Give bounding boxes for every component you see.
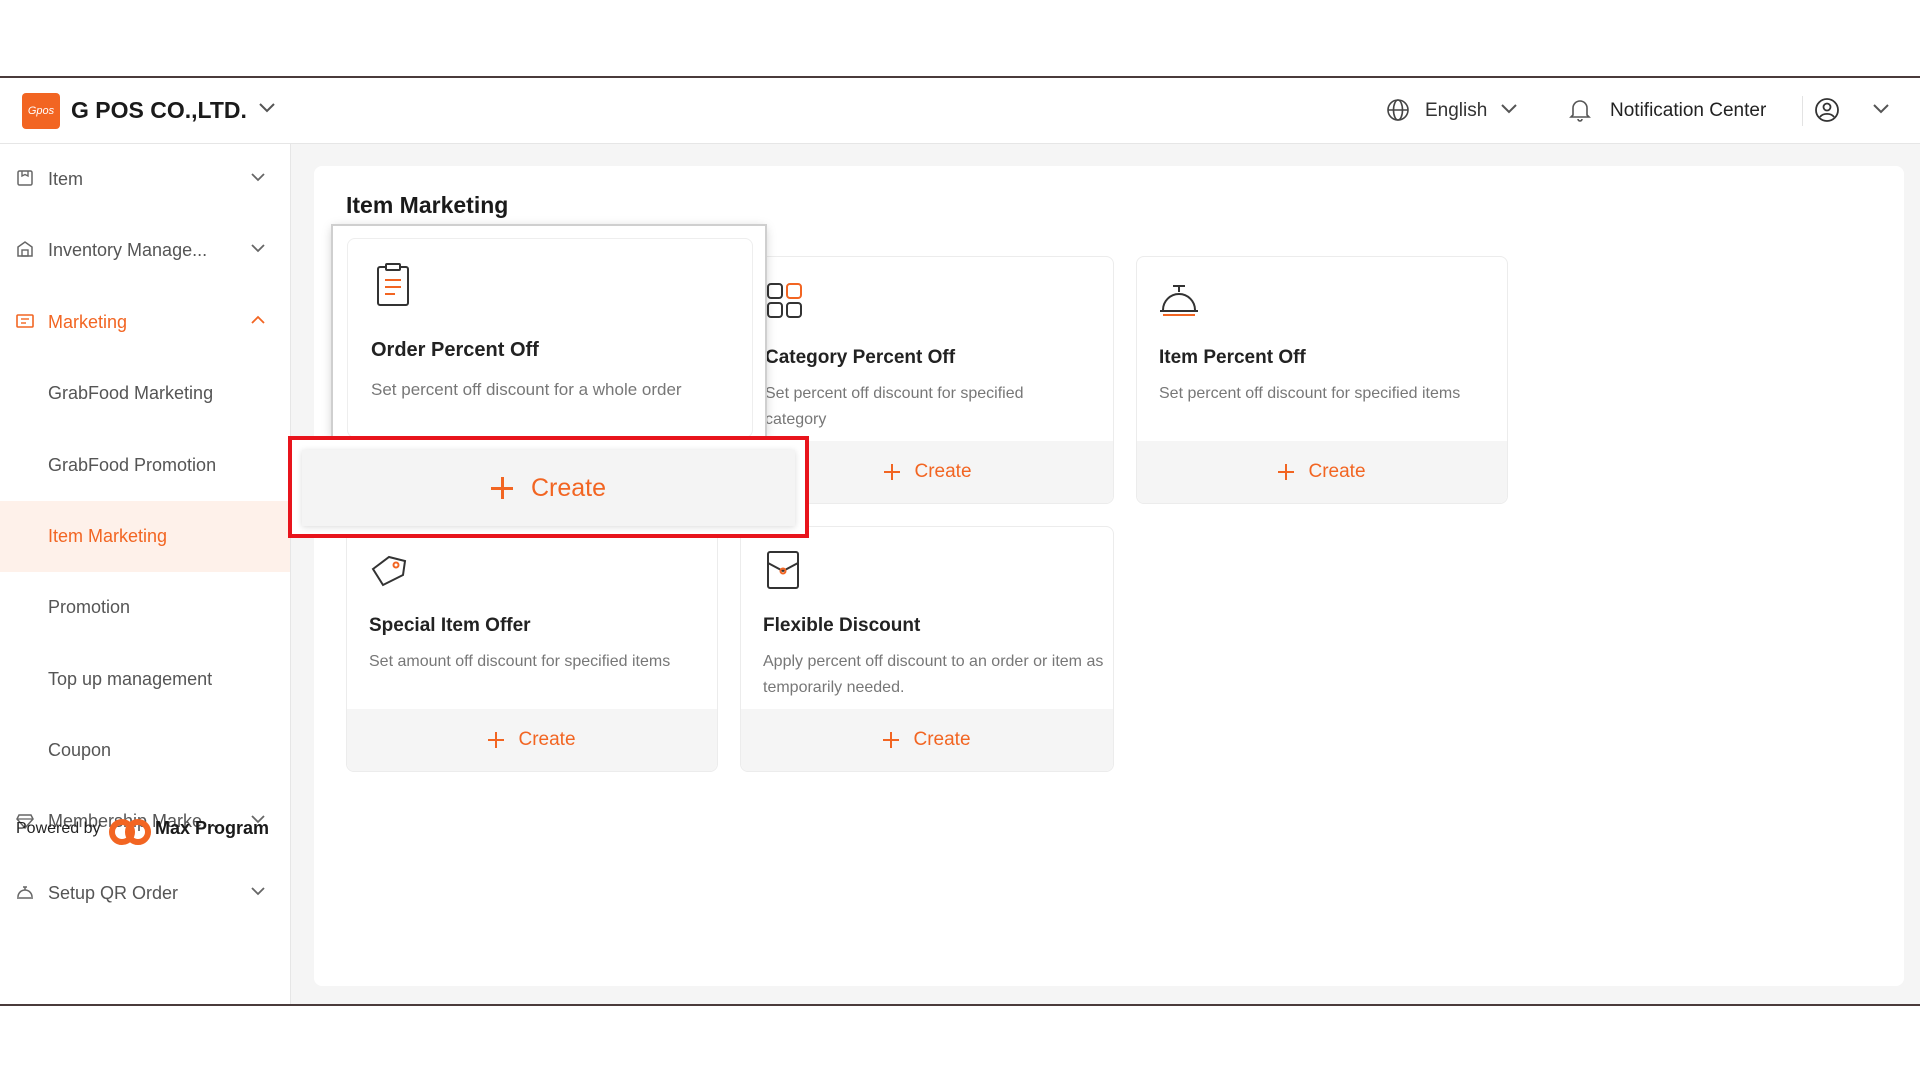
price-tag-icon: [371, 555, 407, 587]
sidebar-item-label: Top up management: [48, 669, 213, 689]
highlight-frame: Create: [288, 436, 809, 538]
warehouse-icon: [17, 241, 33, 257]
sidebar-item-promotion[interactable]: Promotion: [0, 572, 290, 643]
item-icon: [17, 170, 33, 186]
sidebar-item-label: Item: [48, 169, 84, 189]
card-title: Special Item Offer: [369, 615, 531, 636]
create-button[interactable]: Create: [1137, 441, 1507, 503]
card-flexible-discount: Flexible Discount Apply percent off disc…: [740, 526, 1114, 772]
plus-icon: [1278, 464, 1295, 480]
sidebar-item-item-marketing[interactable]: Item Marketing: [0, 501, 290, 572]
sidebar-item-grabfood-marketing[interactable]: GrabFood Marketing: [0, 358, 290, 429]
plus-icon: [488, 732, 505, 748]
card-special-item-offer: Special Item Offer Set amount off discou…: [346, 526, 718, 772]
plus-icon: [490, 477, 513, 499]
language-selector[interactable]: English: [1425, 100, 1487, 122]
marketing-icon: [16, 314, 34, 328]
sidebar-item-label: Item Marketing: [48, 526, 168, 546]
max-program-brand: Max Program: [155, 818, 270, 838]
create-label: Create: [1308, 461, 1366, 482]
card-description: Apply percent off discount to an order o…: [763, 653, 1104, 696]
plus-icon: [884, 464, 901, 480]
category-grid-icon: [767, 283, 802, 318]
user-avatar-icon[interactable]: [1814, 97, 1840, 123]
top-bar: Gpos G POS CO.,LTD. English Notification…: [0, 78, 1920, 144]
create-button[interactable]: Create: [347, 709, 717, 771]
envelope-discount-icon: [767, 551, 799, 589]
card-title: Category Percent Off: [765, 347, 956, 368]
card-title: Order Percent Off: [371, 339, 539, 361]
card-title: Flexible Discount: [763, 615, 921, 636]
chevron-down-icon[interactable]: [250, 242, 266, 254]
sidebar-item-coupon[interactable]: Coupon: [0, 715, 290, 786]
card-item-percent-off: Item Percent Off Set percent off discoun…: [1136, 256, 1508, 504]
chevron-down-icon[interactable]: [258, 101, 276, 115]
card-description: Set amount off discount for specified it…: [369, 653, 671, 670]
globe-icon[interactable]: [1386, 98, 1410, 122]
plus-icon: [883, 732, 900, 748]
powered-by-label: Powered by: [16, 820, 101, 837]
card-title: Item Percent Off: [1159, 347, 1306, 368]
page-title: Item Marketing: [346, 192, 509, 218]
chevron-down-icon[interactable]: [1500, 102, 1518, 116]
max-program-logo-icon: [109, 819, 151, 845]
sidebar-item-label: Promotion: [48, 597, 131, 617]
service-bell-icon: [1160, 285, 1198, 316]
screen: Gpos G POS CO.,LTD. English Notification…: [0, 0, 1920, 1080]
create-button[interactable]: Create: [302, 450, 795, 526]
sidebar-item-label: GrabFood Promotion: [48, 455, 217, 475]
card-description: Set percent off discount for a whole ord…: [371, 380, 682, 399]
clipboard-icon: [377, 263, 409, 306]
card-description: Set percent off discount for specified i…: [1159, 385, 1461, 402]
sidebar-item-item[interactable]: Item: [0, 144, 290, 215]
sidebar-item-label: Setup QR Order: [48, 883, 179, 903]
create-button[interactable]: Create: [741, 709, 1113, 771]
chevron-down-icon[interactable]: [1872, 102, 1890, 116]
sidebar-item-label: Coupon: [48, 740, 112, 760]
create-label: Create: [913, 729, 971, 750]
create-label: Create: [530, 473, 607, 502]
chevron-down-icon[interactable]: [250, 885, 266, 897]
sidebar-item-inventory[interactable]: Inventory Manage...: [0, 215, 290, 286]
sidebar: Item Inventory Manage... Marketing GrabF…: [0, 144, 291, 1004]
sidebar-item-label: Inventory Manage...: [48, 240, 208, 260]
bottom-margin: [0, 1006, 1920, 1080]
sidebar-item-label: Marketing: [48, 312, 128, 332]
company-name[interactable]: G POS CO.,LTD.: [71, 97, 247, 124]
divider: [1802, 96, 1803, 126]
create-label: Create: [518, 729, 576, 750]
card-order-percent-off: Order Percent Off Set percent off discou…: [333, 226, 765, 438]
card-description: Set percent off discount for specified c…: [765, 385, 1024, 428]
bell-icon[interactable]: [1568, 97, 1592, 123]
sidebar-item-marketing[interactable]: Marketing: [0, 287, 290, 358]
sidebar-item-label: GrabFood Marketing: [48, 383, 214, 403]
chevron-down-icon[interactable]: [250, 171, 266, 183]
sidebar-item-grabfood-promotion[interactable]: GrabFood Promotion: [0, 430, 290, 501]
app-logo[interactable]: Gpos: [22, 93, 60, 129]
chevron-up-icon[interactable]: [250, 314, 266, 326]
sidebar-item-top-up[interactable]: Top up management: [0, 644, 290, 715]
sidebar-item-setup-qr[interactable]: Setup QR Order: [0, 858, 290, 929]
create-label: Create: [914, 461, 972, 482]
notification-center-link[interactable]: Notification Center: [1610, 100, 1766, 122]
qr-order-icon: [17, 886, 33, 899]
